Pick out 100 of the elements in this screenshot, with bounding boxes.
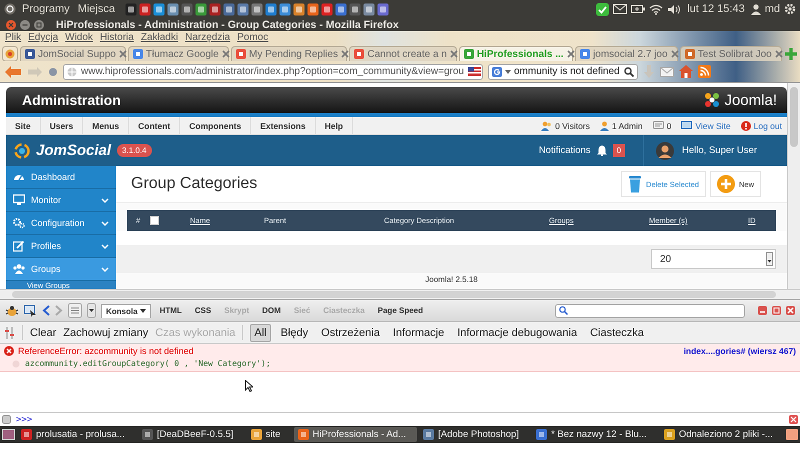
close-icon[interactable]: [566, 50, 575, 58]
console-filter[interactable]: Błędy: [278, 324, 312, 340]
app-launcher-icon[interactable]: [250, 2, 263, 16]
home-icon[interactable]: [679, 65, 693, 78]
checkbox[interactable]: [150, 216, 159, 225]
close-icon[interactable]: [774, 50, 783, 58]
envelope-icon[interactable]: [613, 4, 628, 14]
close-icon[interactable]: [340, 50, 349, 58]
wifi-icon[interactable]: [649, 4, 664, 14]
address-bar[interactable]: www.hiprofessionals.com/administrator/index.php?option=com_community&view=grou: [63, 64, 483, 80]
list-icon[interactable]: [68, 303, 82, 318]
taskbar-item[interactable]: Odnaleziono 2 pliki -...: [660, 427, 784, 442]
battery-icon[interactable]: [631, 5, 646, 13]
app-launcher-icon[interactable]: [124, 2, 137, 16]
console-filter[interactable]: Ostrzeżenia: [318, 324, 383, 340]
console-action[interactable]: Clear: [30, 326, 56, 338]
back-icon[interactable]: [42, 305, 50, 316]
clock[interactable]: lut 12 15:43: [685, 3, 747, 15]
sidebar-item[interactable]: Profiles: [6, 235, 116, 258]
app-tab-icon[interactable]: [2, 46, 18, 61]
app-launcher-icon[interactable]: [222, 2, 235, 16]
app-launcher-icon[interactable]: [306, 2, 319, 16]
panel-tab[interactable]: HTML: [156, 304, 186, 317]
admin-menu-item[interactable]: Users: [40, 117, 84, 134]
horizontal-scrollbar[interactable]: [0, 289, 800, 299]
menu-item[interactable]: Pomoc: [237, 32, 268, 43]
browser-tab[interactable]: Tłumacz Google: [128, 46, 230, 61]
console-action[interactable]: Zachowuj zmiany: [63, 326, 148, 338]
browser-tab[interactable]: JomSocial Suppo: [20, 46, 126, 61]
panel-tab[interactable]: Page Speed: [374, 304, 427, 317]
app-launcher-icon[interactable]: [236, 2, 249, 16]
detach-button[interactable]: [772, 306, 781, 315]
admin-menu-item[interactable]: Help: [316, 117, 353, 134]
system-logo-icon[interactable]: [4, 3, 16, 15]
app-launcher-icon[interactable]: [292, 2, 305, 16]
browser-tab[interactable]: jomsocial 2.7 joo: [575, 46, 678, 61]
source-link[interactable]: index....gories# (wiersz 467): [684, 346, 796, 356]
admin-menu-item[interactable]: Menus: [83, 117, 130, 134]
minimize-button[interactable]: [20, 20, 30, 30]
bug-icon[interactable]: [5, 304, 19, 316]
maximize-button[interactable]: [34, 20, 44, 30]
app-launcher-icon[interactable]: [376, 2, 389, 16]
user-name[interactable]: md: [764, 3, 780, 15]
menu-item[interactable]: Historia: [100, 32, 134, 43]
close-icon[interactable]: [222, 50, 230, 58]
console-filter[interactable]: All: [250, 324, 271, 342]
command-prompt[interactable]: >>>: [16, 414, 32, 424]
menu-item[interactable]: Widok: [65, 32, 93, 43]
app-launcher-icon[interactable]: [166, 2, 179, 16]
menu-item[interactable]: Edycja: [28, 32, 58, 43]
taskbar-item[interactable]: [Adobe Photoshop]: [419, 427, 530, 442]
taskbar-item[interactable]: site: [246, 427, 292, 442]
notifications-label[interactable]: Notifications: [538, 145, 591, 156]
rss-icon[interactable]: [698, 65, 711, 78]
admin-menu-item[interactable]: Content: [129, 117, 180, 134]
sidebar-item[interactable]: Configuration: [6, 212, 116, 235]
close-icon[interactable]: [450, 50, 458, 58]
settings-icon[interactable]: [784, 3, 796, 15]
taskbar-item[interactable]: [DeaDBeeF-0.5.5]: [138, 427, 245, 442]
app-launcher-icon[interactable]: [138, 2, 151, 16]
vertical-scrollbar[interactable]: [787, 83, 800, 289]
menu-item[interactable]: Zakładki: [140, 32, 178, 43]
minimize-button[interactable]: [758, 306, 767, 315]
status-link[interactable]: Log out: [736, 117, 787, 134]
panel-tab[interactable]: Konsola: [101, 304, 151, 318]
page-limit-select[interactable]: 20: [651, 249, 776, 269]
app-launcher-icon[interactable]: [180, 2, 193, 16]
greeting[interactable]: Hello, Super User: [682, 145, 757, 156]
menu-item[interactable]: Plik: [5, 32, 22, 43]
app-launcher-icon[interactable]: [278, 2, 291, 16]
search-bar[interactable]: ommunity is not defined: [488, 64, 638, 80]
app-launcher-icon[interactable]: [264, 2, 277, 16]
inspect-icon[interactable]: [24, 304, 37, 316]
close-button[interactable]: [786, 306, 795, 315]
sidebar-item[interactable]: Monitor: [6, 189, 116, 212]
console-filter[interactable]: Informacje: [390, 324, 448, 340]
close-icon[interactable]: [670, 50, 679, 58]
app-launcher-icon[interactable]: [320, 2, 333, 16]
check-icon[interactable]: [596, 2, 610, 16]
app-launcher-icon[interactable]: [348, 2, 361, 16]
sidebar-item[interactable]: Dashboard: [6, 166, 116, 189]
taskbar-item[interactable]: prolusatia - prolusa...: [17, 427, 136, 442]
admin-menu-item[interactable]: Site: [6, 117, 41, 134]
close-button[interactable]: [6, 20, 16, 30]
panel-tab[interactable]: CSS: [190, 304, 216, 317]
menu-item[interactable]: Narzędzia: [185, 32, 230, 43]
person-icon[interactable]: [750, 4, 761, 14]
browser-tab[interactable]: Cannot create a n: [349, 46, 457, 61]
status-link[interactable]: View Site: [676, 117, 736, 134]
search-field[interactable]: [555, 304, 745, 318]
app-launcher-icon[interactable]: [194, 2, 207, 16]
search-icon[interactable]: [624, 66, 634, 76]
app-launcher-icon[interactable]: [334, 2, 347, 16]
browser-tab[interactable]: My Pending Replies: [231, 46, 348, 61]
taskbar-item[interactable]: HiProfessionals - Ad...: [294, 427, 418, 442]
app-launcher-icon[interactable]: [362, 2, 375, 16]
close-icon[interactable]: [118, 50, 127, 58]
speaker-icon[interactable]: [667, 4, 682, 14]
panel-menu[interactable]: Programy: [20, 3, 72, 15]
app-launcher-icon[interactable]: [208, 2, 221, 16]
